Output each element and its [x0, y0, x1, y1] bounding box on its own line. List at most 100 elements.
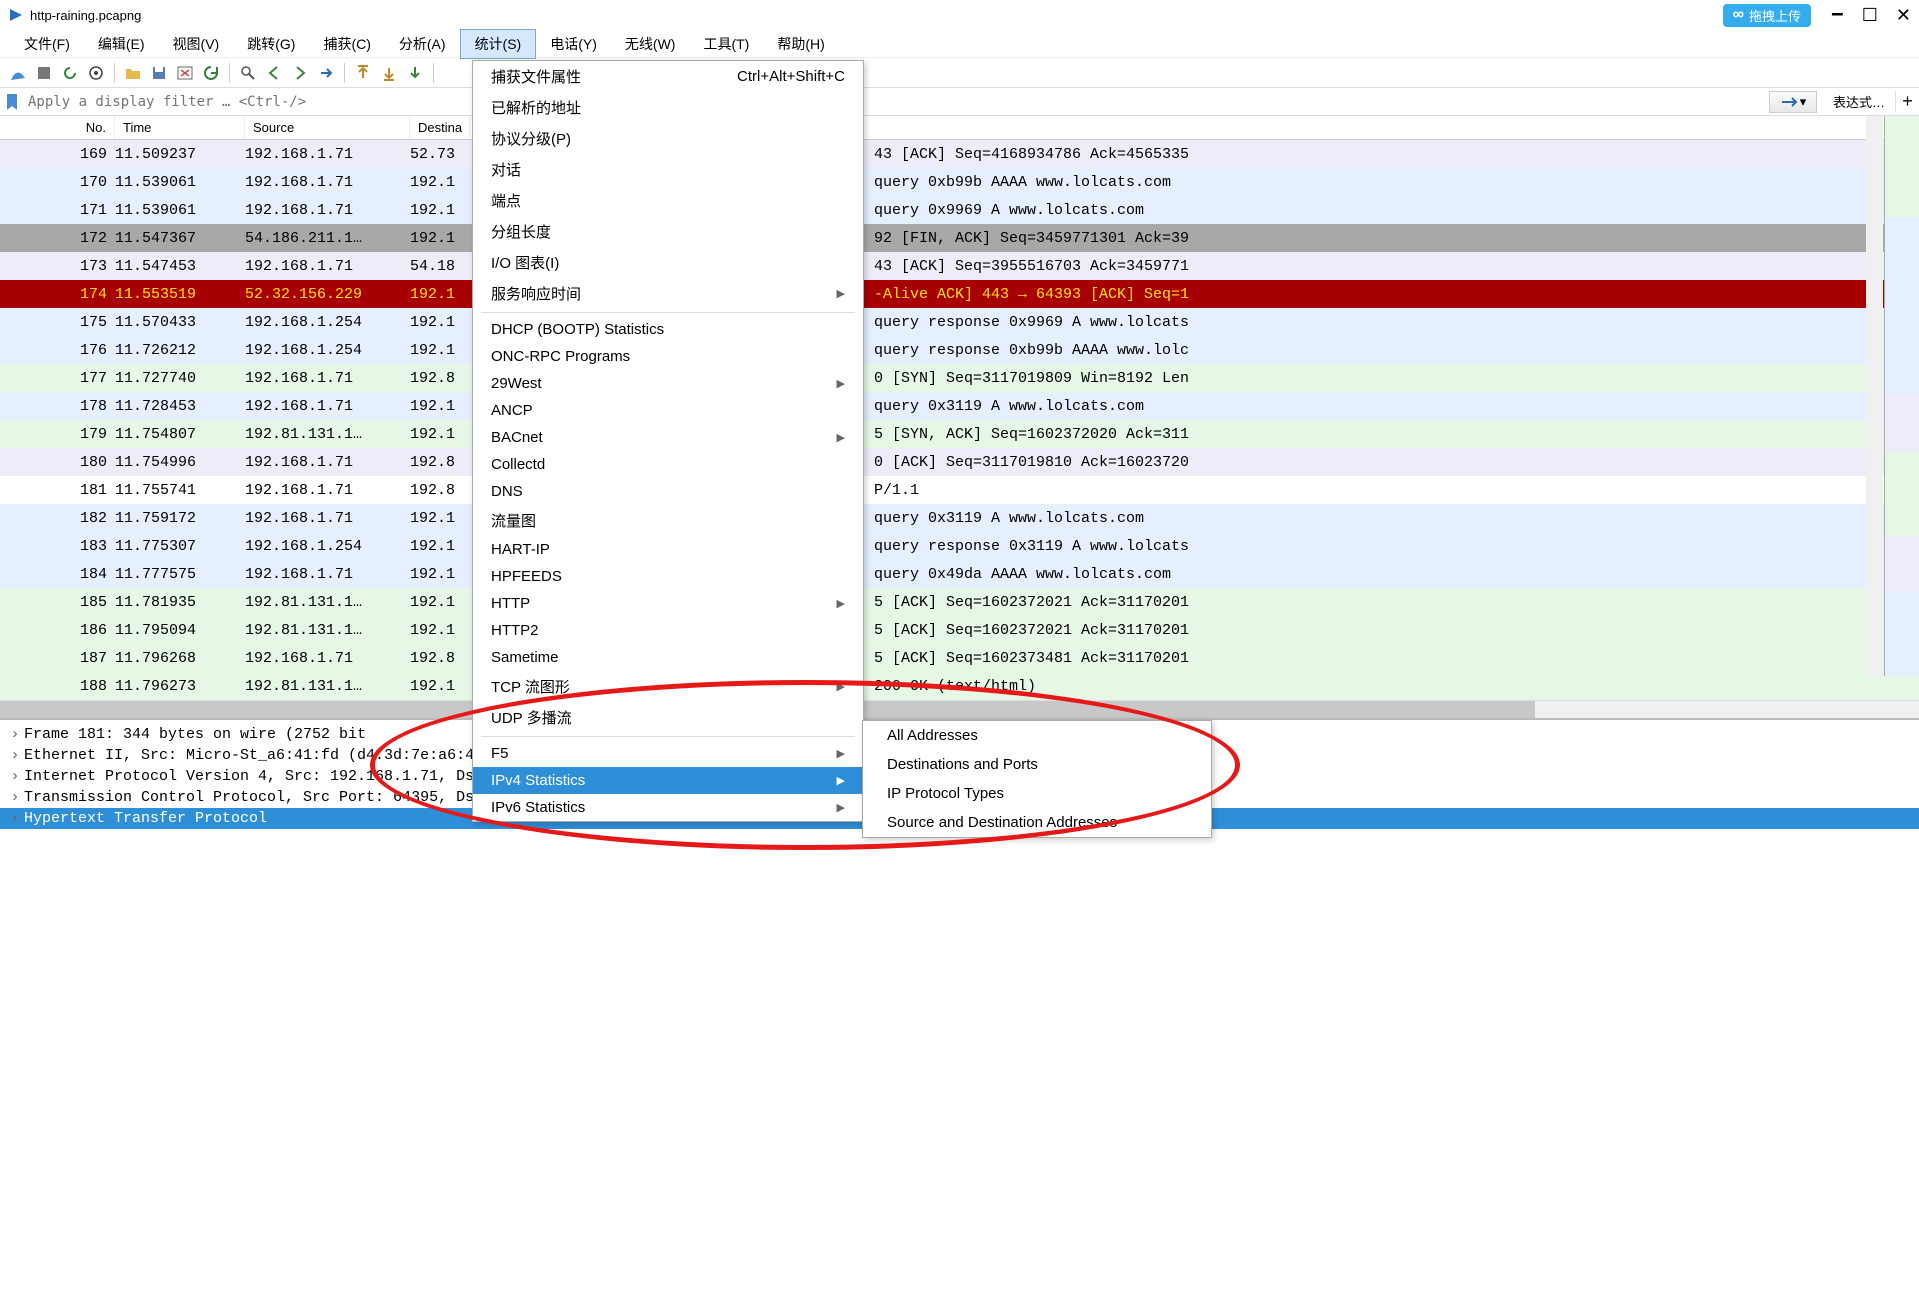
close-file-icon[interactable] [173, 61, 197, 85]
menu-item-udp-[interactable]: UDP 多播流 [473, 702, 863, 733]
maximize-button[interactable]: ☐ [1862, 5, 1878, 26]
packet-row[interactable]: 18611.795094192.81.131.1…192.15 [ACK] Se… [0, 616, 1919, 644]
horizontal-scrollbar[interactable] [0, 700, 1919, 718]
jump-to-icon[interactable] [314, 61, 338, 85]
cell-no: 186 [0, 622, 115, 639]
menu-item-ancp[interactable]: ANCP [473, 397, 863, 424]
packet-row[interactable]: 18211.759172192.168.1.71192.1query 0x311… [0, 504, 1919, 532]
packet-row[interactable]: 18511.781935192.81.131.1…192.15 [ACK] Se… [0, 588, 1919, 616]
open-file-icon[interactable] [121, 61, 145, 85]
cell-source: 192.168.1.71 [245, 482, 410, 499]
upload-widget[interactable]: ∞ 拖拽上传 [1723, 4, 1811, 27]
menu-编辑[interactable]: 编辑(E) [84, 30, 159, 58]
packet-row[interactable]: 18111.755741192.168.1.71192.8P/1.1 [0, 476, 1919, 504]
menu-item-hpfeeds[interactable]: HPFEEDS [473, 563, 863, 590]
go-first-icon[interactable] [351, 61, 375, 85]
column-source[interactable]: Source [245, 116, 410, 139]
menu-item--[interactable]: 已解析的地址 [473, 92, 863, 123]
menu-item--[interactable]: 对话 [473, 154, 863, 185]
submenu-item-all-addresses[interactable]: All Addresses [863, 721, 1211, 750]
packet-row[interactable]: 17911.754807192.81.131.1…192.15 [SYN, AC… [0, 420, 1919, 448]
shark-fin-icon[interactable] [6, 61, 30, 85]
menu-item--[interactable]: 服务响应时间▶ [473, 278, 863, 309]
menu-item-i-o-i-[interactable]: I/O 图表(I) [473, 247, 863, 278]
menu-item-dns[interactable]: DNS [473, 478, 863, 505]
menu-item-tcp-[interactable]: TCP 流图形▶ [473, 671, 863, 702]
cell-no: 187 [0, 650, 115, 667]
menu-item-http[interactable]: HTTP▶ [473, 590, 863, 617]
submenu-item-source-and-destination-addresses[interactable]: Source and Destination Addresses [863, 808, 1211, 837]
capture-options-icon[interactable] [84, 61, 108, 85]
menu-item-f5[interactable]: F5▶ [473, 740, 863, 767]
menu-item--[interactable]: 端点 [473, 185, 863, 216]
packet-row[interactable]: 17711.727740192.168.1.71192.80 [SYN] Seq… [0, 364, 1919, 392]
submenu-item-ip-protocol-types[interactable]: IP Protocol Types [863, 779, 1211, 808]
packet-row[interactable]: 17311.547453192.168.1.7154.1843 [ACK] Se… [0, 252, 1919, 280]
packet-row[interactable]: 18311.775307192.168.1.254192.1query resp… [0, 532, 1919, 560]
packet-row[interactable]: 18711.796268192.168.1.71192.85 [ACK] Seq… [0, 644, 1919, 672]
expand-icon[interactable]: › [6, 747, 24, 764]
packet-row[interactable]: 18011.754996192.168.1.71192.80 [ACK] Seq… [0, 448, 1919, 476]
packet-row[interactable]: 17511.570433192.168.1.254192.1query resp… [0, 308, 1919, 336]
submenu-item-destinations-and-ports[interactable]: Destinations and Ports [863, 750, 1211, 779]
menu-统计[interactable]: 统计(S) [460, 29, 537, 59]
menu-item-ipv6-statistics[interactable]: IPv6 Statistics▶ [473, 794, 863, 821]
menu-item-hart-ip[interactable]: HART-IP [473, 536, 863, 563]
add-filter-button[interactable]: + [1895, 91, 1919, 112]
go-back-icon[interactable] [262, 61, 286, 85]
menu-item-ipv4-statistics[interactable]: IPv4 Statistics▶ [473, 767, 863, 794]
menu-工具[interactable]: 工具(T) [689, 30, 763, 58]
menu-视图[interactable]: 视图(V) [159, 30, 234, 58]
packet-row[interactable]: 17811.728453192.168.1.71192.1query 0x311… [0, 392, 1919, 420]
menu-item-dhcp-bootp-statistics[interactable]: DHCP (BOOTP) Statistics [473, 316, 863, 343]
packet-minimap[interactable] [1884, 116, 1919, 676]
expression-button[interactable]: 表达式… [1823, 92, 1895, 111]
apply-filter-button[interactable]: ▾ [1769, 91, 1817, 113]
menu-item--[interactable]: 捕获文件属性Ctrl+Alt+Shift+C [473, 61, 863, 92]
find-icon[interactable] [236, 61, 260, 85]
menu-item-bacnet[interactable]: BACnet▶ [473, 424, 863, 451]
menu-分析[interactable]: 分析(A) [385, 30, 460, 58]
expand-icon[interactable]: › [6, 768, 24, 785]
menu-电话[interactable]: 电话(Y) [536, 30, 611, 58]
packet-row[interactable]: 17611.726212192.168.1.254192.1query resp… [0, 336, 1919, 364]
column-destination[interactable]: Destina [410, 116, 470, 139]
expand-icon[interactable]: › [6, 810, 24, 827]
packet-row[interactable]: 18411.777575192.168.1.71192.1query 0x49d… [0, 560, 1919, 588]
column-time[interactable]: Time [115, 116, 245, 139]
expand-icon[interactable]: › [6, 726, 24, 743]
menu-item--[interactable]: 分组长度 [473, 216, 863, 247]
packet-row[interactable]: 17011.539061192.168.1.71192.1query 0xb99… [0, 168, 1919, 196]
packet-row[interactable]: 18811.796273192.81.131.1…192.1200 OK (te… [0, 672, 1919, 700]
go-last-icon[interactable] [377, 61, 401, 85]
packet-row[interactable]: 17211.54736754.186.211.1…192.192 [FIN, A… [0, 224, 1919, 252]
vertical-scrollbar[interactable] [1866, 116, 1883, 676]
packet-row[interactable]: 17111.539061192.168.1.71192.1query 0x996… [0, 196, 1919, 224]
menu-捕获[interactable]: 捕获(C) [309, 30, 384, 58]
display-filter-input[interactable] [24, 94, 1763, 110]
menu-item-sametime[interactable]: Sametime [473, 644, 863, 671]
menu-无线[interactable]: 无线(W) [611, 30, 690, 58]
menu-文件[interactable]: 文件(F) [10, 30, 84, 58]
menu-item-collectd[interactable]: Collectd [473, 451, 863, 478]
minimize-button[interactable]: 🗕 [1831, 0, 1844, 30]
expand-icon[interactable]: › [6, 789, 24, 806]
menu-item--[interactable]: 流量图 [473, 505, 863, 536]
close-button[interactable]: ✕ [1896, 5, 1911, 26]
packet-row[interactable]: 16911.509237192.168.1.7152.7343 [ACK] Se… [0, 140, 1919, 168]
menu-跳转[interactable]: 跳转(G) [233, 30, 309, 58]
menu-帮助[interactable]: 帮助(H) [763, 30, 838, 58]
reload-icon[interactable] [199, 61, 223, 85]
go-forward-icon[interactable] [288, 61, 312, 85]
menu-item-29west[interactable]: 29West▶ [473, 370, 863, 397]
packet-row[interactable]: 17411.55351952.32.156.229192.1-Alive ACK… [0, 280, 1919, 308]
save-file-icon[interactable] [147, 61, 171, 85]
menu-item-onc-rpc-programs[interactable]: ONC-RPC Programs [473, 343, 863, 370]
menu-item--p-[interactable]: 协议分级(P) [473, 123, 863, 154]
menu-item-http2[interactable]: HTTP2 [473, 617, 863, 644]
stop-capture-icon[interactable] [32, 61, 56, 85]
bookmark-icon[interactable] [0, 94, 24, 110]
restart-capture-icon[interactable] [58, 61, 82, 85]
column-no[interactable]: No. [0, 116, 115, 139]
auto-scroll-icon[interactable] [403, 61, 427, 85]
